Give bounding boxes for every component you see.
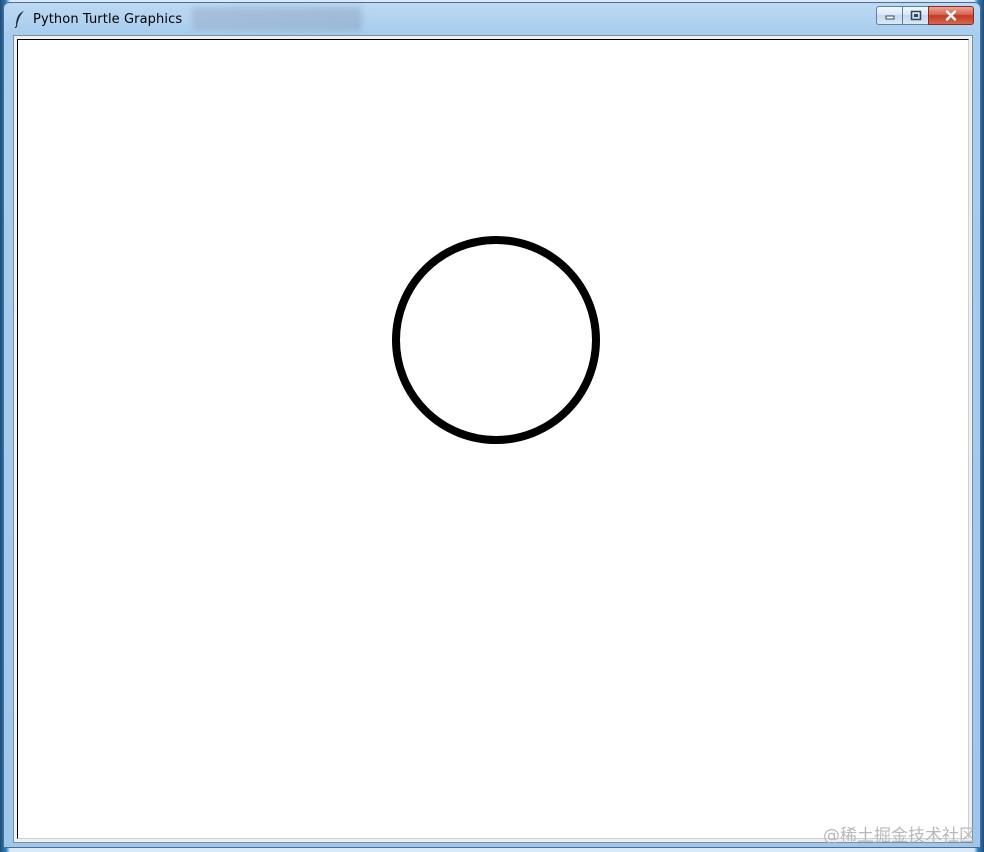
background-blur — [192, 7, 362, 31]
minimize-icon — [885, 15, 894, 19]
title-bar[interactable]: Python Turtle Graphics — [4, 3, 980, 35]
watermark-text: @稀土掘金技术社区 — [823, 826, 976, 846]
close-button[interactable] — [928, 6, 974, 25]
drawn-circle — [392, 236, 600, 444]
window-title: Python Turtle Graphics — [33, 12, 183, 27]
feather-icon — [14, 11, 24, 28]
minimize-button[interactable] — [876, 6, 902, 25]
maximize-icon — [910, 10, 921, 21]
close-icon — [945, 10, 957, 21]
maximize-button[interactable] — [902, 6, 928, 25]
turtle-window: Python Turtle Graphics — [3, 2, 981, 848]
canvas-frame — [13, 35, 973, 843]
turtle-canvas[interactable] — [17, 39, 969, 839]
drawing-layer — [392, 236, 600, 444]
window-controls — [876, 6, 974, 25]
